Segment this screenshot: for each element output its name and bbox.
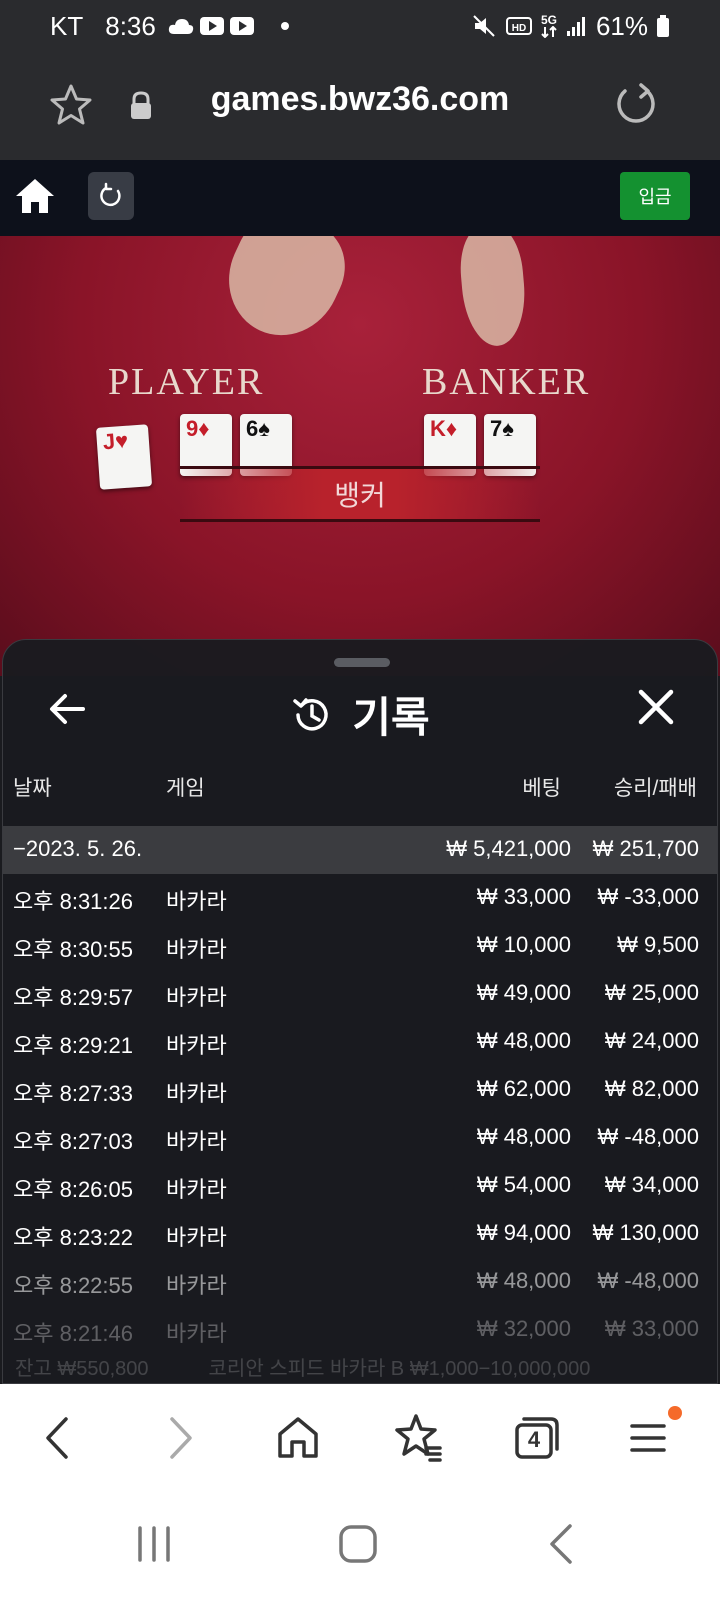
status-bar: KT 8:36 HD 5G 61% — [0, 0, 720, 52]
youtube-icon-2 — [229, 17, 254, 35]
col-header-win-loss[interactable]: 승리/패배 — [614, 772, 697, 802]
browser-url-bar: games.bwz36.com — [0, 52, 720, 160]
network-5g-icon: 5G — [540, 14, 558, 38]
hd-icon: HD — [505, 16, 532, 36]
history-icon — [290, 693, 334, 737]
table-row[interactable]: 오후 8:31:26 바카라 ₩ 33,000 ₩ -33,000 — [3, 874, 717, 922]
table-row[interactable]: 오후 8:27:33 바카라 ₩ 62,000 ₩ 82,000 — [3, 1066, 717, 1114]
dealer-hand-left — [209, 236, 361, 354]
home-button-icon[interactable] — [336, 1522, 380, 1566]
round-result-banner: 뱅커 — [180, 466, 540, 522]
summary-bet: ₩ 5,421,000 — [446, 836, 571, 861]
tabs-icon[interactable]: 4 — [506, 1408, 566, 1468]
battery-icon — [656, 14, 670, 38]
bookmark-star-icon[interactable] — [48, 82, 94, 128]
history-bottom-sheet: 기록 날짜 게임 베팅 승리/패배 −2023. 5. 26. ₩ 5,421,… — [2, 639, 718, 1384]
menu-icon[interactable] — [618, 1406, 682, 1468]
table-row[interactable]: 오후 8:21:46 바카라 ₩ 32,000 ₩ 33,000 — [3, 1306, 717, 1354]
background-table-info: 코리안 스피드 바카라 B ₩1,000−10,000,000 — [208, 1358, 591, 1380]
player-label: PLAYER — [108, 361, 265, 403]
carrier-label: KT — [50, 10, 84, 41]
background-balance: 잔고 ₩550,800 — [15, 1358, 149, 1380]
dot-icon — [280, 21, 290, 31]
recent-apps-icon[interactable] — [132, 1522, 176, 1566]
game-refresh-button[interactable] — [88, 172, 134, 220]
system-navigation-bar — [0, 1494, 720, 1600]
signal-icon — [566, 15, 588, 37]
table-row[interactable]: 오후 8:26:05 바카라 ₩ 54,000 ₩ 34,000 — [3, 1162, 717, 1210]
deposit-button[interactable]: 입금 — [620, 172, 690, 220]
date-summary-row[interactable]: −2023. 5. 26. ₩ 5,421,000 ₩ 251,700 — [3, 826, 717, 874]
table-row[interactable]: 오후 8:29:21 바카라 ₩ 48,000 ₩ 24,000 — [3, 1018, 717, 1066]
background-balance-bar: 잔고 ₩550,800 코리안 스피드 바카라 B ₩1,000−10,000,… — [15, 1352, 705, 1381]
tabs-count: 4 — [527, 1427, 541, 1452]
dealer-hand-right — [456, 236, 530, 349]
bookmarks-icon[interactable] — [388, 1408, 448, 1468]
forward-icon[interactable] — [150, 1408, 210, 1468]
table-row[interactable]: 오후 8:27:03 바카라 ₩ 48,000 ₩ -48,000 — [3, 1114, 717, 1162]
player-card-1: J♥ — [95, 424, 153, 490]
sheet-header: 기록 — [3, 670, 717, 750]
table-row[interactable]: 오후 8:30:55 바카라 ₩ 10,000 ₩ 9,500 — [3, 922, 717, 970]
table-row[interactable]: 오후 8:23:22 바카라 ₩ 94,000 ₩ 130,000 — [3, 1210, 717, 1258]
table-row[interactable]: 오후 8:29:57 바카라 ₩ 49,000 ₩ 25,000 — [3, 970, 717, 1018]
svg-text:HD: HD — [512, 23, 526, 34]
clock: 8:36 — [105, 10, 156, 41]
sheet-title: 기록 — [352, 694, 430, 741]
table-row[interactable]: 오후 8:22:55 바카라 ₩ 48,000 ₩ -48,000 — [3, 1258, 717, 1306]
sheet-drag-handle[interactable] — [334, 658, 390, 667]
live-game-video: PLAYER BANKER J♥ 9♦ 6♠ K♦ 7♠ 뱅커 — [0, 236, 720, 676]
battery-percent: 61% — [595, 10, 648, 41]
url-text[interactable]: games.bwz36.com — [150, 80, 570, 119]
banker-label: BANKER — [422, 361, 591, 403]
col-header-date[interactable]: 날짜 — [13, 772, 52, 802]
col-header-game[interactable]: 게임 — [166, 772, 205, 802]
back-icon[interactable] — [28, 1408, 88, 1468]
refresh-icon — [100, 182, 121, 207]
col-header-bet[interactable]: 베팅 — [522, 772, 561, 802]
reload-icon[interactable] — [612, 82, 658, 128]
home-icon[interactable] — [14, 176, 56, 216]
system-back-icon[interactable] — [540, 1522, 584, 1566]
history-column-headers: 날짜 게임 베팅 승리/패배 — [3, 772, 717, 812]
site-header: 입금 — [0, 160, 720, 236]
browser-bottom-nav: 4 — [0, 1384, 720, 1494]
history-table: −2023. 5. 26. ₩ 5,421,000 ₩ 251,700 오후 8… — [3, 826, 717, 1354]
mute-icon — [472, 14, 498, 38]
close-icon[interactable] — [631, 682, 681, 732]
summary-date: −2023. 5. 26. — [13, 836, 143, 861]
youtube-icon — [199, 17, 224, 35]
notification-dot — [668, 1406, 682, 1420]
home-nav-icon[interactable] — [268, 1408, 328, 1468]
summary-win-loss: ₩ 251,700 — [592, 836, 699, 861]
cloud-icon — [168, 17, 194, 35]
